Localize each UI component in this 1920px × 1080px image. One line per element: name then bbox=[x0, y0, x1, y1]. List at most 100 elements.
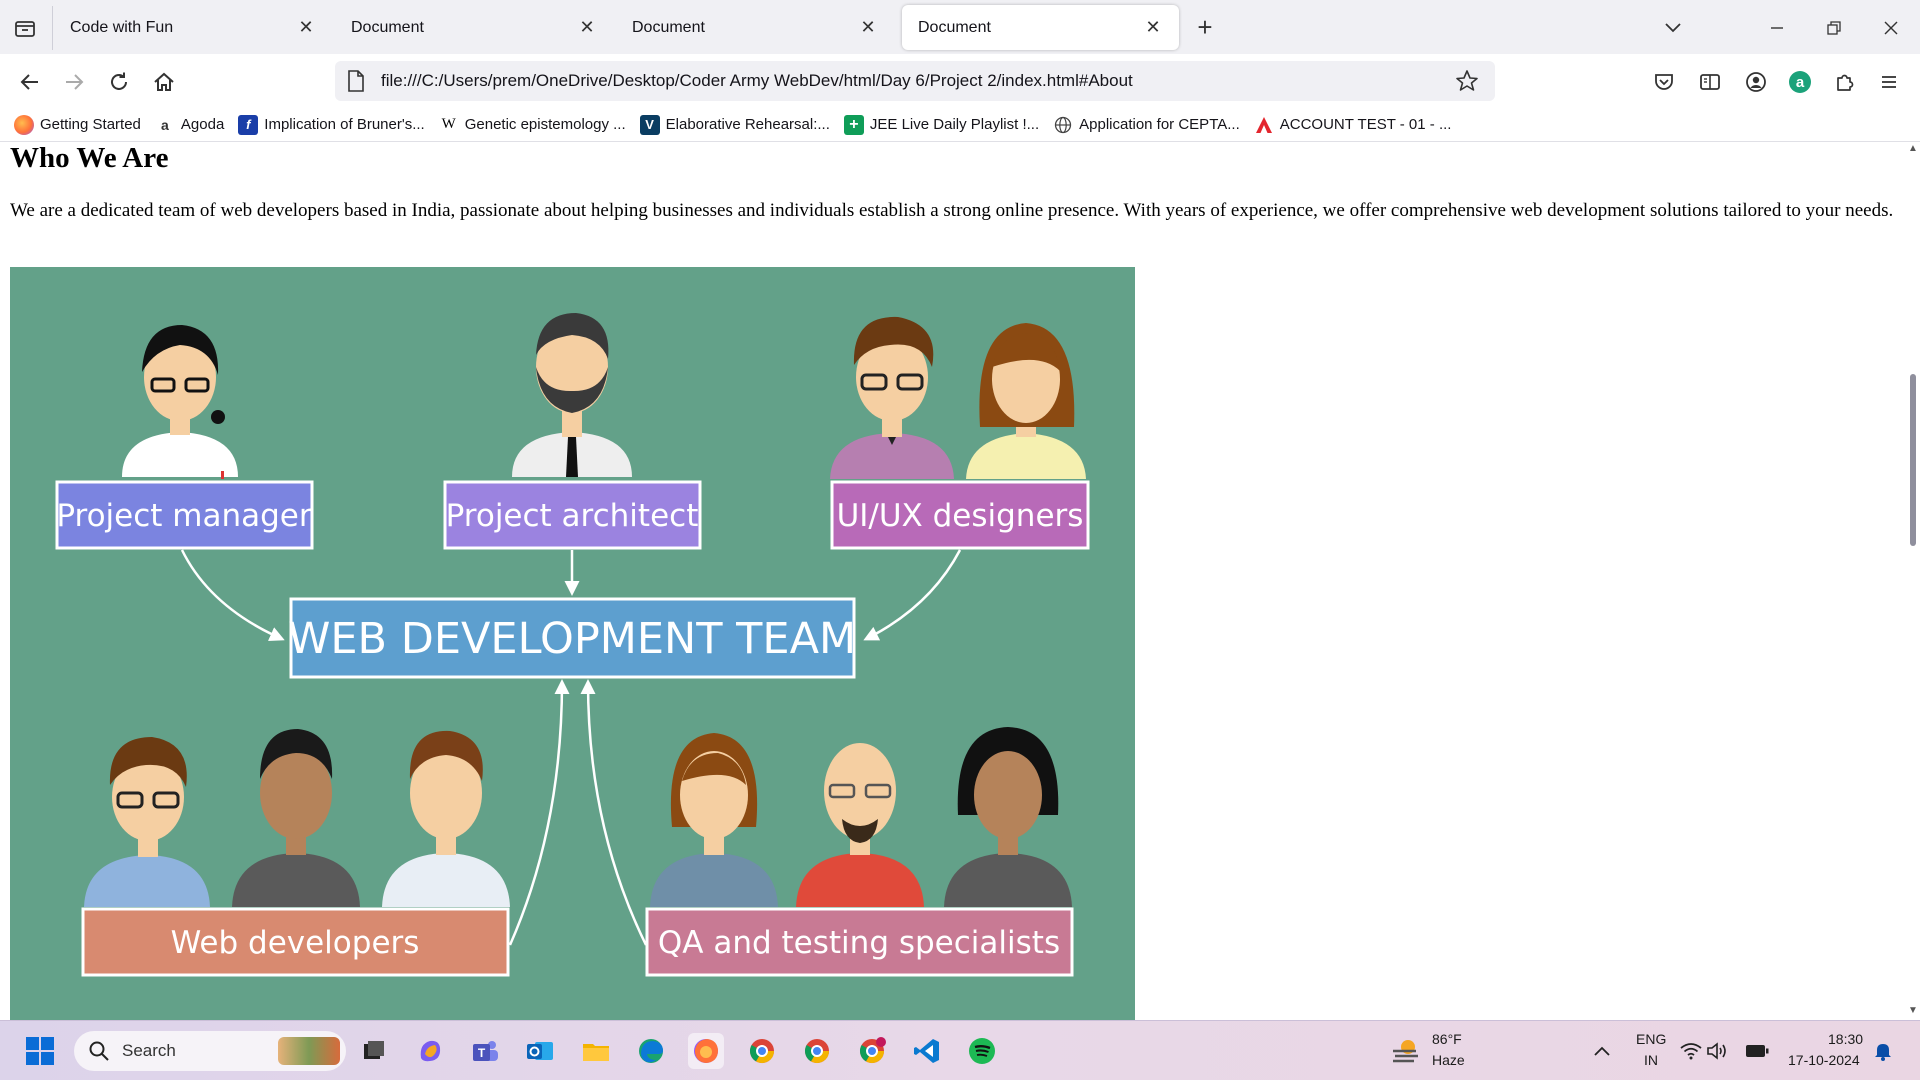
globe-icon bbox=[1053, 115, 1073, 135]
language-indicator[interactable]: ENG bbox=[1636, 1031, 1666, 1047]
extension-a-icon[interactable]: a bbox=[1784, 66, 1816, 98]
scroll-down-arrow-icon[interactable]: ▼ bbox=[1908, 1006, 1918, 1016]
svg-text:Web developers: Web developers bbox=[171, 925, 420, 961]
bookmark-bruner[interactable]: f Implication of Bruner's... bbox=[238, 114, 425, 135]
file-explorer-icon[interactable] bbox=[578, 1033, 614, 1069]
wikipedia-icon: W bbox=[441, 116, 456, 132]
svg-text:a: a bbox=[1796, 74, 1805, 91]
back-arrow-icon[interactable] bbox=[14, 66, 46, 98]
task-view-icon[interactable] bbox=[356, 1033, 392, 1069]
new-tab-plus-icon[interactable]: + bbox=[1190, 14, 1220, 42]
account-icon[interactable] bbox=[1740, 66, 1772, 98]
label-web-developers: Web developers bbox=[81, 907, 510, 977]
bookmark-star-icon[interactable] bbox=[1455, 69, 1479, 93]
chrome-profile-1-icon[interactable] bbox=[744, 1033, 780, 1069]
edge-icon[interactable] bbox=[633, 1033, 669, 1069]
vscode-icon[interactable] bbox=[909, 1033, 945, 1069]
volume-icon[interactable] bbox=[1704, 1033, 1730, 1069]
firefox-icon bbox=[14, 114, 34, 135]
hamburger-menu-icon[interactable] bbox=[1873, 66, 1905, 98]
bookmark-jee-playlist[interactable]: + JEE Live Daily Playlist !... bbox=[843, 114, 1039, 135]
document-icon: f bbox=[238, 114, 259, 135]
v-logo-icon: V bbox=[639, 114, 660, 135]
agoda-icon: a bbox=[161, 116, 169, 133]
url-text[interactable]: file:///C:/Users/prem/OneDrive/Desktop/C… bbox=[381, 71, 1455, 91]
chrome-profile-2-icon[interactable] bbox=[799, 1033, 835, 1069]
minimize-icon[interactable] bbox=[1762, 14, 1792, 42]
outlook-icon[interactable] bbox=[522, 1033, 558, 1069]
tab-list-icon[interactable] bbox=[10, 14, 40, 42]
bookmark-label: Application for CEPTA... bbox=[1079, 116, 1240, 133]
search-icon bbox=[89, 1041, 109, 1061]
label-web-development-team: WEB DEVELOPMENT TEAM bbox=[288, 597, 856, 679]
copilot-icon[interactable] bbox=[412, 1033, 448, 1069]
bookmark-agoda[interactable]: a Agoda bbox=[155, 115, 224, 135]
tab-code-with-fun[interactable]: Code with Fun ✕ bbox=[54, 5, 332, 50]
label-project-manager: Project manager bbox=[55, 480, 314, 550]
weather-haze-icon[interactable] bbox=[1388, 1033, 1424, 1069]
label-uiux-designers: UI/UX designers bbox=[830, 480, 1090, 550]
tab-document-1[interactable]: Document ✕ bbox=[335, 5, 613, 50]
list-all-tabs-chevron-icon[interactable] bbox=[1658, 14, 1688, 42]
svg-text:T: T bbox=[478, 1046, 486, 1060]
bookmark-getting-started[interactable]: Getting Started bbox=[14, 114, 141, 135]
language-region[interactable]: IN bbox=[1644, 1052, 1658, 1068]
weather-temperature: 86°F bbox=[1432, 1031, 1462, 1047]
close-icon[interactable]: ✕ bbox=[858, 17, 878, 38]
home-icon[interactable] bbox=[148, 66, 180, 98]
battery-icon[interactable] bbox=[1744, 1033, 1770, 1069]
show-hidden-icons-chevron-icon[interactable] bbox=[1584, 1033, 1620, 1069]
bookmark-label: Elaborative Rehearsal:... bbox=[665, 116, 830, 133]
svg-text:Project architect: Project architect bbox=[446, 498, 699, 534]
chrome-profile-3-icon[interactable] bbox=[854, 1033, 890, 1069]
a-logo-icon bbox=[1254, 115, 1274, 135]
clock-time[interactable]: 18:30 bbox=[1828, 1031, 1863, 1047]
tab-document-2[interactable]: Document ✕ bbox=[616, 5, 894, 50]
search-placeholder: Search bbox=[122, 1041, 176, 1060]
bookmarks-bar: Getting Started a Agoda f Implication of… bbox=[0, 108, 1920, 142]
page-scrollbar[interactable]: ▲ ▼ bbox=[1906, 142, 1920, 1020]
svg-text:WEB DEVELOPMENT TEAM: WEB DEVELOPMENT TEAM bbox=[288, 614, 856, 664]
plus-icon: + bbox=[843, 114, 864, 135]
forward-arrow-icon[interactable] bbox=[58, 66, 90, 98]
navigation-bar: file:///C:/Users/prem/OneDrive/Desktop/C… bbox=[0, 54, 1920, 108]
tab-separator bbox=[52, 6, 53, 50]
bookmark-account-test[interactable]: ACCOUNT TEST - 01 - ... bbox=[1254, 115, 1451, 135]
windows-start-icon[interactable] bbox=[22, 1033, 58, 1069]
tab-title: Document bbox=[918, 18, 991, 36]
page-file-icon bbox=[347, 70, 367, 92]
wifi-icon[interactable] bbox=[1678, 1033, 1704, 1069]
reload-icon[interactable] bbox=[103, 66, 135, 98]
taskbar-search-box[interactable]: Search bbox=[74, 1031, 346, 1071]
svg-text:UI/UX designers: UI/UX designers bbox=[837, 498, 1084, 534]
tab-document-active[interactable]: Document ✕ bbox=[902, 5, 1179, 50]
close-icon[interactable]: ✕ bbox=[1143, 17, 1163, 38]
tab-title: Document bbox=[632, 18, 705, 36]
spotify-icon[interactable] bbox=[964, 1033, 1000, 1069]
clock-date[interactable]: 17-10-2024 bbox=[1788, 1052, 1860, 1068]
svg-text:Project manager: Project manager bbox=[56, 498, 312, 534]
label-qa-testing: QA and testing specialists bbox=[645, 907, 1074, 977]
notification-bell-icon[interactable] bbox=[1868, 1033, 1898, 1069]
teams-icon[interactable]: T bbox=[467, 1033, 503, 1069]
bookmark-elaborative-rehearsal[interactable]: V Elaborative Rehearsal:... bbox=[639, 114, 830, 135]
tab-title: Document bbox=[351, 18, 424, 36]
url-bar[interactable]: file:///C:/Users/prem/OneDrive/Desktop/C… bbox=[335, 61, 1495, 101]
bookmark-genetic-epistemology[interactable]: W Genetic epistemology ... bbox=[439, 115, 626, 135]
section-heading: Who We Are bbox=[10, 142, 169, 174]
extensions-puzzle-icon[interactable] bbox=[1829, 66, 1861, 98]
scroll-up-arrow-icon[interactable]: ▲ bbox=[1908, 144, 1918, 154]
tab-title: Code with Fun bbox=[70, 18, 174, 36]
bookmark-label: Implication of Bruner's... bbox=[264, 116, 425, 133]
close-icon[interactable]: ✕ bbox=[577, 17, 597, 38]
window-close-icon[interactable] bbox=[1876, 14, 1906, 42]
weather-description: Haze bbox=[1432, 1052, 1465, 1068]
firefox-taskbar-icon[interactable] bbox=[688, 1033, 724, 1069]
pocket-icon[interactable] bbox=[1648, 66, 1680, 98]
close-icon[interactable]: ✕ bbox=[296, 17, 316, 38]
scrollbar-thumb[interactable] bbox=[1910, 374, 1916, 546]
team-illustration: Project manager Project architect UI/UX … bbox=[10, 267, 1135, 1020]
restore-icon[interactable] bbox=[1819, 14, 1849, 42]
bookmark-cepta[interactable]: Application for CEPTA... bbox=[1053, 115, 1240, 135]
reader-view-icon[interactable] bbox=[1694, 66, 1726, 98]
